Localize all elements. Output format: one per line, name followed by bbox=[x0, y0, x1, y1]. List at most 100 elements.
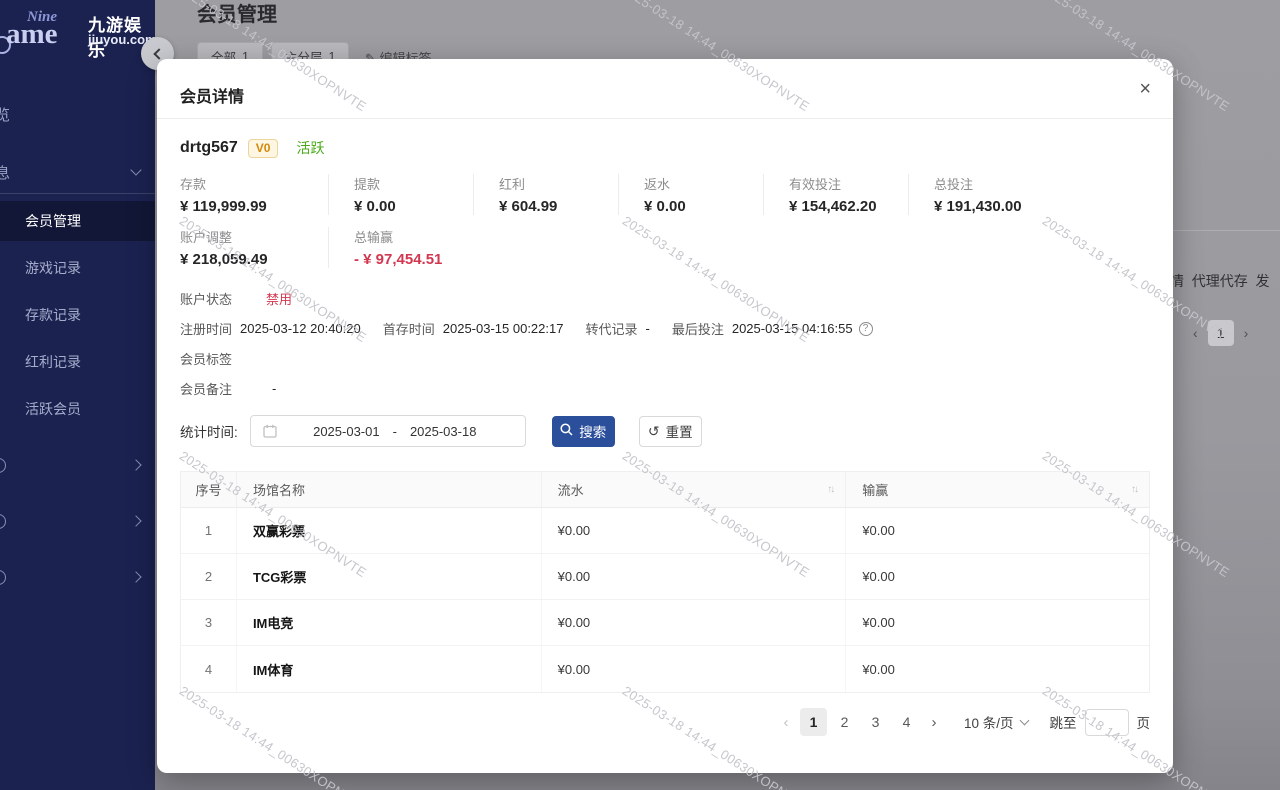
table-row: 3IM电竞¥0.00¥0.00 bbox=[181, 600, 1149, 646]
date-range-picker[interactable]: 2025-03-01 - 2025-03-18 bbox=[250, 415, 526, 447]
table-row: 1双赢彩票¥0.00¥0.00 bbox=[181, 508, 1149, 554]
next-page-icon[interactable]: › bbox=[1244, 325, 1249, 341]
stat-value: ¥ 604.99 bbox=[499, 198, 618, 215]
member-summary: drtg567 V0 活跃 bbox=[180, 137, 1150, 159]
vip-level-badge: V0 bbox=[248, 139, 279, 158]
chevron-right-icon bbox=[130, 571, 141, 582]
account-status-row: 账户状态 禁用 bbox=[180, 289, 1150, 308]
sidebar: Nine ame 九游娱乐 jiuyou.com 览 息 会员管理游戏记录存款记… bbox=[0, 0, 155, 790]
page-number[interactable]: 2 bbox=[831, 708, 858, 736]
next-page-icon[interactable]: › bbox=[922, 714, 946, 731]
sidebar-collapsed-group[interactable] bbox=[0, 557, 155, 597]
time-value: 2025-03-12 20:40:20 bbox=[240, 321, 361, 336]
cell-venue-name: 双赢彩票 bbox=[237, 508, 542, 553]
column-header-3[interactable]: 流水↑↓ bbox=[542, 472, 847, 507]
stat-value: ¥ 119,999.99 bbox=[180, 198, 328, 215]
time-item: 首存时间 2025-03-15 00:22:17 bbox=[383, 319, 564, 338]
menu-group-icon bbox=[0, 514, 6, 529]
stat-value: ¥ 191,430.00 bbox=[934, 198, 1053, 215]
stat-item: 总投注¥ 191,430.00 bbox=[908, 174, 1053, 215]
page-number[interactable]: 4 bbox=[893, 708, 920, 736]
question-circle-icon[interactable]: ? bbox=[859, 322, 873, 336]
page-number[interactable]: 1 bbox=[800, 708, 827, 736]
stat-item: 返水¥ 0.00 bbox=[618, 174, 763, 215]
stat-item: 存款¥ 119,999.99 bbox=[180, 174, 328, 215]
table-row: 4IM体育¥0.00¥0.00 bbox=[181, 646, 1149, 692]
stat-value: ¥ 0.00 bbox=[354, 198, 473, 215]
sidebar-item[interactable]: 会员管理 bbox=[0, 201, 155, 241]
background-pagination: ‹ 1 › bbox=[1193, 320, 1248, 346]
stat-value: - ¥ 97,454.51 bbox=[354, 251, 473, 268]
close-icon[interactable]: × bbox=[1139, 79, 1151, 99]
page-title: 会员管理 bbox=[197, 0, 277, 27]
sort-icon[interactable]: ↑↓ bbox=[827, 484, 833, 495]
member-activity-status: 活跃 bbox=[296, 138, 324, 158]
stat-label: 返水 bbox=[644, 174, 763, 193]
sidebar-collapsed-group[interactable] bbox=[0, 445, 155, 485]
time-value: 2025-03-15 04:16:55 bbox=[732, 321, 853, 336]
venue-stats-table: 序号场馆名称流水↑↓输赢↑↓ 1双赢彩票¥0.00¥0.002TCG彩票¥0.0… bbox=[180, 471, 1150, 693]
cell-index: 3 bbox=[181, 600, 237, 645]
modal-body: drtg567 V0 活跃 存款¥ 119,999.99提款¥ 0.00 红利 ¥ … bbox=[180, 118, 1150, 736]
stat-label: 红利 bbox=[499, 174, 618, 193]
chevron-right-icon bbox=[130, 515, 141, 526]
calendar-icon bbox=[263, 424, 277, 438]
menu-group-icon bbox=[0, 570, 6, 585]
member-tags-label: 会员标签 bbox=[180, 349, 232, 368]
cell-winloss: ¥0.00 bbox=[846, 554, 1149, 599]
sidebar-collapsed-group[interactable] bbox=[0, 501, 155, 541]
sidebar-partial-item[interactable]: 览 bbox=[0, 104, 10, 125]
cell-turnover: ¥0.00 bbox=[542, 600, 847, 645]
stats-row-1: 存款¥ 119,999.99提款¥ 0.00红利¥ 604.99返水¥ 0.00… bbox=[180, 174, 1150, 215]
time-label: 首存时间 bbox=[383, 319, 435, 338]
time-item: 最后投注2025-03-15 04:16:55? bbox=[672, 319, 873, 338]
table-header-row: 序号场馆名称流水↑↓输赢↑↓ bbox=[181, 472, 1149, 508]
time-value: - bbox=[645, 321, 649, 336]
column-header-2: 场馆名称 bbox=[237, 472, 542, 507]
date-start[interactable]: 2025-03-01 bbox=[313, 424, 380, 439]
stat-label: 账户调整 bbox=[180, 227, 328, 246]
brand-logo[interactable]: Nine ame 九游娱乐 jiuyou.com bbox=[0, 0, 155, 74]
sidebar-group-member-info[interactable]: 息 bbox=[0, 152, 155, 192]
table-body: 1双赢彩票¥0.00¥0.002TCG彩票¥0.00¥0.003IM电竞¥0.0… bbox=[181, 508, 1149, 692]
background-table-columns: 情 代理代存 发 bbox=[1170, 271, 1270, 291]
stat-item: 提款¥ 0.00 bbox=[328, 174, 473, 215]
time-label: 转代记录 bbox=[585, 319, 637, 338]
prev-page-icon[interactable]: ‹ bbox=[1193, 325, 1198, 341]
date-end[interactable]: 2025-03-18 bbox=[410, 424, 477, 439]
sidebar-item[interactable]: 存款记录 bbox=[0, 295, 155, 335]
member-tags-row: 会员标签 bbox=[180, 349, 1150, 368]
statistics-time-label: 统计时间: bbox=[180, 421, 238, 441]
time-value: 2025-03-15 00:22:17 bbox=[443, 321, 564, 336]
column-header-4[interactable]: 输赢↑↓ bbox=[846, 472, 1149, 507]
times-row: 注册时间 2025-03-12 20:40:20 首存时间 2025-03-15 00… bbox=[180, 319, 1150, 338]
search-icon bbox=[560, 423, 573, 439]
sidebar-item[interactable]: 红利记录 bbox=[0, 342, 155, 382]
stat-item: 总输赢- ¥ 97,454.51 bbox=[328, 227, 473, 268]
reset-icon: ↺ bbox=[648, 424, 660, 438]
cell-turnover: ¥0.00 bbox=[542, 508, 847, 553]
search-button[interactable]: 搜索 bbox=[552, 416, 615, 447]
page-number[interactable]: 3 bbox=[862, 708, 889, 736]
page-jump: 跳至 页 bbox=[1050, 709, 1151, 736]
sidebar-collapsed-groups bbox=[0, 445, 155, 613]
sidebar-item[interactable]: 游戏记录 bbox=[0, 248, 155, 288]
sidebar-item[interactable]: 活跃会员 bbox=[0, 389, 155, 429]
table-pagination: ‹ 1234 › 10 条/页 跳至 页 bbox=[180, 708, 1150, 736]
account-status-label: 账户状态 bbox=[180, 289, 232, 308]
time-label: 注册时间 bbox=[180, 319, 232, 338]
date-separator: - bbox=[393, 424, 397, 439]
page-number[interactable]: 1 bbox=[1208, 320, 1234, 346]
reset-button[interactable]: ↺ 重置 bbox=[639, 416, 702, 447]
page-jump-input[interactable] bbox=[1085, 709, 1129, 736]
page-size-select[interactable]: 10 条/页 bbox=[964, 712, 1028, 732]
stat-item: 红利 ¥ 604.99 bbox=[473, 174, 618, 215]
account-status-value: 禁用 bbox=[266, 289, 292, 308]
cell-venue-name: TCG彩票 bbox=[237, 554, 542, 599]
column-label: 序号 bbox=[195, 480, 221, 499]
stat-item: 账户调整¥ 218,059.49 bbox=[180, 227, 328, 268]
chevron-left-icon bbox=[153, 48, 164, 59]
prev-page-icon[interactable]: ‹ bbox=[774, 714, 798, 731]
sort-icon[interactable]: ↑↓ bbox=[1131, 484, 1137, 495]
sidebar-divider bbox=[0, 193, 155, 194]
